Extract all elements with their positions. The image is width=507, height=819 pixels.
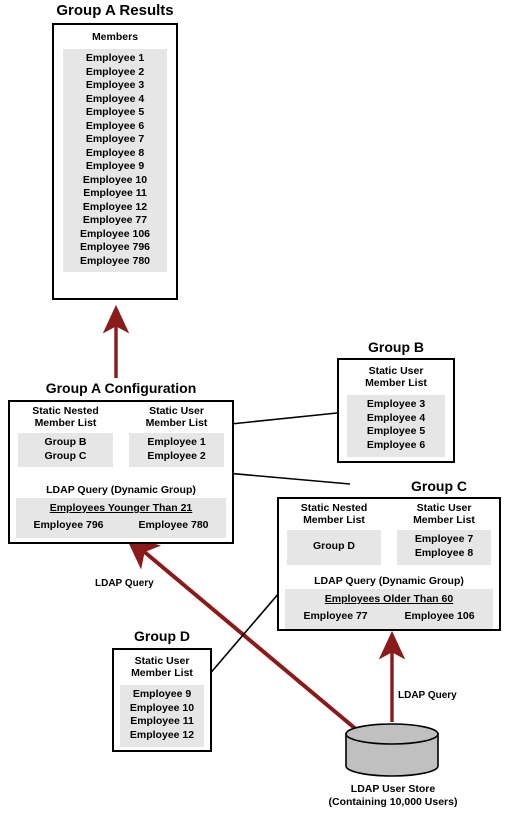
- ldap-user-store-caption: LDAP User Store (Containing 10,000 Users…: [313, 783, 473, 809]
- group-b-user-header: Static User Member List: [339, 365, 453, 389]
- list-item: Employee 77: [303, 610, 368, 622]
- ldap-user-store-caption-line2: (Containing 10,000 Users): [328, 796, 458, 808]
- edge-label-ldap-query-left: LDAP Query: [95, 578, 154, 589]
- group-c-ldap-results: Employees Older Than 60 Employee 77 Empl…: [285, 589, 493, 629]
- list-item: Employee 6: [366, 438, 426, 451]
- static-nested-header: Static Nested Member List: [10, 405, 121, 429]
- group-c-user-header-line1: Static User: [416, 502, 472, 514]
- group-a-results-member-list: Employee 1 Employee 2 Employee 3 Employe…: [63, 49, 167, 272]
- group-d-user-header: Static User Member List: [114, 655, 210, 679]
- list-item: Employee 3: [366, 398, 426, 410]
- group-c-title: Group C: [411, 478, 467, 494]
- group-a-results-box: Members Employee 1 Employee 2 Employee 3…: [52, 23, 178, 300]
- group-c-ldap-result-row: Employee 77 Employee 106: [285, 610, 493, 624]
- ldap-user-store-cylinder-icon: [345, 723, 439, 777]
- list-item: Employee 796: [33, 519, 104, 531]
- list-item: Employee 5: [85, 106, 145, 118]
- members-column-header: Members: [91, 31, 139, 43]
- list-item: Employee 8: [414, 546, 474, 559]
- list-item: Employee 7: [85, 133, 145, 145]
- group-d-box: Static User Member List Employee 9 Emplo…: [112, 648, 212, 752]
- group-c-static-nested-column: Static Nested Member List Group D: [279, 502, 389, 565]
- list-item: Employee 1: [85, 52, 145, 64]
- list-item: Employee 9: [85, 160, 145, 172]
- group-c-nested-header-line1: Static Nested: [300, 502, 368, 514]
- static-nested-header-line2: Member List: [34, 417, 97, 429]
- list-item: Employee 9: [132, 688, 192, 700]
- list-item: Employee 12: [82, 200, 148, 213]
- list-item: Employee 106: [404, 610, 475, 622]
- list-item: Group C: [44, 449, 87, 462]
- list-item: Employee 6: [85, 119, 145, 132]
- list-item: Employee 796: [79, 241, 151, 253]
- group-c-ldap-query: Employees Older Than 60: [324, 593, 454, 605]
- group-c-ldap-section: LDAP Query (Dynamic Group) Employees Old…: [279, 575, 499, 629]
- config-static-user-column: Static User Member List Employee 1 Emplo…: [121, 405, 232, 467]
- config-nested-member-list: Group B Group C: [18, 433, 113, 467]
- group-c-columns: Static Nested Member List Group D Static…: [279, 502, 499, 565]
- group-c-user-header: Static User Member List: [389, 502, 499, 526]
- config-user-member-list: Employee 1 Employee 2: [129, 433, 224, 467]
- config-ldap-section: LDAP Query (Dynamic Group) Employees You…: [10, 484, 232, 538]
- list-item: Employee 8: [85, 146, 145, 159]
- list-item: Employee 106: [79, 227, 151, 240]
- ldap-user-store-caption-line1: LDAP User Store: [350, 783, 436, 795]
- group-b-member-list: Employee 3 Employee 4 Employee 5 Employe…: [347, 395, 445, 457]
- list-item: Employee 4: [366, 411, 426, 424]
- group-c-nested-header-line2: Member List: [303, 514, 365, 526]
- edge-label-ldap-query-right: LDAP Query: [398, 690, 457, 701]
- group-a-configuration-title: Group A Configuration: [45, 380, 197, 396]
- list-item: Employee 4: [85, 92, 145, 105]
- group-c-nested-header: Static Nested Member List: [279, 502, 389, 526]
- config-ldap-results: Employees Younger Than 21 Employee 796 E…: [16, 498, 226, 538]
- list-item: Employee 10: [129, 701, 195, 714]
- group-c-user-header-line2: Member List: [413, 514, 475, 526]
- group-b-box: Static User Member List Employee 3 Emplo…: [337, 358, 455, 463]
- list-item: Employee 77: [82, 214, 148, 226]
- list-item: Employee 1: [147, 436, 206, 448]
- list-item: Employee 5: [366, 425, 426, 437]
- static-user-header-line2: Member List: [145, 417, 208, 429]
- group-c-box: Static Nested Member List Group D Static…: [277, 497, 501, 631]
- list-item: Group B: [44, 436, 87, 448]
- group-c-ldap-header: LDAP Query (Dynamic Group): [314, 575, 464, 587]
- group-d-title: Group D: [134, 628, 190, 644]
- list-item: Employee 11: [83, 187, 147, 199]
- group-c-static-user-column: Static User Member List Employee 7 Emplo…: [389, 502, 499, 565]
- group-b-user-header-line1: Static User: [368, 365, 424, 377]
- group-d-user-header-line1: Static User: [134, 655, 190, 667]
- config-ldap-query: Employees Younger Than 21: [49, 502, 193, 514]
- group-a-results-title: Group A Results: [56, 2, 174, 19]
- group-c-user-member-list: Employee 7 Employee 8: [397, 530, 491, 565]
- config-static-nested-column: Static Nested Member List Group B Group …: [10, 405, 121, 467]
- static-user-header-line1: Static User: [149, 405, 204, 417]
- list-item: Employee 780: [79, 254, 151, 267]
- static-nested-header-line1: Static Nested: [32, 405, 99, 417]
- static-user-header: Static User Member List: [121, 405, 232, 429]
- list-item: Employee 7: [414, 533, 474, 545]
- group-b-title: Group B: [368, 339, 424, 355]
- config-columns: Static Nested Member List Group B Group …: [10, 405, 232, 467]
- list-item: Employee 2: [147, 449, 206, 462]
- list-item: Employee 3: [85, 79, 145, 91]
- group-a-configuration-box: Static Nested Member List Group B Group …: [8, 400, 234, 544]
- list-item: Employee 10: [82, 173, 148, 186]
- group-d-user-header-line2: Member List: [131, 667, 193, 679]
- list-item: Employee 2: [85, 65, 145, 78]
- config-ldap-result-row: Employee 796 Employee 780: [16, 519, 226, 533]
- group-b-user-header-line2: Member List: [365, 377, 427, 389]
- diagram-canvas: Group A Results Members Employee 1 Emplo…: [0, 0, 507, 819]
- config-ldap-header: LDAP Query (Dynamic Group): [46, 484, 196, 496]
- list-item: Employee 780: [138, 519, 209, 531]
- list-item: Group D: [313, 540, 355, 552]
- list-item: Employee 11: [130, 715, 194, 727]
- group-d-member-list: Employee 9 Employee 10 Employee 11 Emplo…: [120, 685, 204, 747]
- group-c-nested-member-list: Group D: [287, 530, 381, 565]
- list-item: Employee 12: [129, 728, 195, 741]
